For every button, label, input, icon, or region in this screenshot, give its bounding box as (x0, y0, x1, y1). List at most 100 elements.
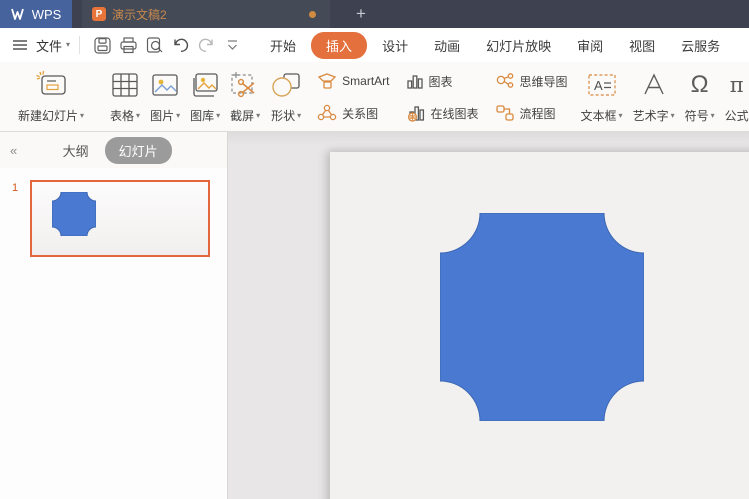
mindmap-button[interactable]: 思维导图 (495, 65, 568, 97)
unsaved-dot-icon (309, 11, 316, 18)
chevron-down-icon: ▾ (671, 112, 675, 120)
wordart-icon (641, 69, 667, 101)
file-menu[interactable]: 文件 ▾ (36, 36, 70, 55)
formula-label: 公式 (725, 107, 749, 124)
shapes-label: 形状 (271, 107, 295, 124)
chevron-down-icon: ▾ (619, 112, 623, 120)
panel-header: « 大纲 幻灯片 (0, 132, 227, 168)
plaque-shape-thumbnail (52, 192, 96, 236)
relationship-diagram-label: 关系图 (342, 105, 378, 122)
table-label: 表格 (110, 107, 134, 124)
hamburger-menu-icon[interactable] (12, 39, 30, 51)
mindmap-icon (495, 72, 515, 90)
tab-view[interactable]: 视图 (616, 32, 668, 59)
wps-menu-button[interactable]: WPS (0, 0, 72, 28)
redo-button[interactable] (193, 32, 219, 58)
shapes-button[interactable]: 形状▾ (265, 65, 307, 129)
mindmap-label: 思维导图 (520, 73, 568, 90)
smartart-button[interactable]: SmartArt (317, 65, 389, 97)
wps-logo-icon (11, 8, 27, 20)
customize-toolbar-button[interactable] (219, 32, 245, 58)
picture-label: 图片 (150, 107, 174, 124)
menubar: 文件 ▾ (0, 28, 749, 62)
screenshot-button[interactable]: 截屏▾ (225, 65, 265, 129)
presentation-file-icon: P (92, 7, 106, 21)
undo-button[interactable] (167, 32, 193, 58)
wps-label: WPS (32, 7, 62, 22)
print-preview-button[interactable] (141, 32, 167, 58)
tab-review[interactable]: 审阅 (564, 32, 616, 59)
chevron-down-icon: ▾ (176, 112, 180, 120)
textbox-button[interactable]: A 文本框▾ (576, 65, 628, 129)
collapse-panel-button[interactable]: « (10, 143, 17, 158)
file-menu-label: 文件 (36, 36, 62, 55)
ribbon-tab-strip: 开始 插入 设计 动画 幻灯片放映 审阅 视图 云服务 (257, 32, 733, 59)
smartart-icon (317, 72, 337, 90)
chevron-down-icon: ▾ (256, 112, 260, 120)
flowchart-button[interactable]: 流程图 (495, 97, 568, 129)
diagram-group: SmartArt 关系图 图表 (317, 65, 567, 129)
picture-icon (151, 69, 179, 101)
gallery-label: 图库 (190, 107, 214, 124)
document-title: 演示文稿2 (112, 6, 309, 23)
table-icon (111, 69, 139, 101)
online-chart-label: 在线图表 (431, 105, 479, 122)
table-button[interactable]: 表格▾ (105, 65, 145, 129)
main-area: « 大纲 幻灯片 1 (0, 132, 749, 499)
tab-insert[interactable]: 插入 (311, 32, 367, 59)
new-slide-icon (34, 69, 68, 101)
tab-slides[interactable]: 幻灯片 (105, 137, 172, 164)
plaque-shape[interactable] (440, 213, 644, 421)
slide-number: 1 (0, 180, 30, 257)
picture-button[interactable]: 图片▾ (145, 65, 185, 129)
panel-tabs: 大纲 幻灯片 (17, 137, 217, 164)
textbox-icon: A (587, 69, 617, 101)
new-slide-button[interactable]: 新建幻灯片▾ (4, 65, 89, 129)
new-slide-label: 新建幻灯片 (18, 107, 78, 124)
wps-presentation-window: WPS P 演示文稿2 + 文件 ▾ (0, 0, 749, 499)
tab-cloud[interactable]: 云服务 (668, 32, 733, 59)
chart-button[interactable]: 图表 (406, 65, 479, 97)
pi-formula-icon: π (730, 75, 744, 96)
omega-symbol-icon: Ω (691, 73, 709, 97)
screenshot-scissors-icon (230, 69, 260, 101)
tab-home[interactable]: 开始 (257, 32, 309, 59)
chevron-down-icon: ▾ (297, 112, 301, 120)
document-tab[interactable]: P 演示文稿2 (82, 0, 330, 28)
smartart-label: SmartArt (342, 74, 389, 88)
save-button[interactable] (89, 32, 115, 58)
insert-ribbon: 新建幻灯片▾ 表格▾ 图片▾ (0, 62, 749, 132)
textbox-label: 文本框 (581, 107, 617, 124)
new-tab-button[interactable]: + (344, 0, 378, 28)
svg-text:A: A (594, 78, 603, 93)
gallery-icon (191, 69, 219, 101)
tab-design[interactable]: 设计 (369, 32, 421, 59)
shapes-icon (270, 69, 302, 101)
slide-thumbnail-list: 1 (0, 168, 227, 257)
wordart-button[interactable]: 艺术字▾ (628, 65, 680, 129)
flowchart-label: 流程图 (520, 105, 556, 122)
chevron-down-icon: ▾ (711, 112, 715, 120)
tab-outline[interactable]: 大纲 (63, 141, 89, 160)
relationship-diagram-icon (317, 104, 337, 122)
tab-slideshow[interactable]: 幻灯片放映 (473, 32, 564, 59)
separator (79, 36, 80, 54)
chevron-down-icon: ▾ (80, 112, 84, 120)
chevron-down-icon: ▾ (136, 112, 140, 120)
titlebar: WPS P 演示文稿2 + (0, 0, 749, 28)
wordart-label: 艺术字 (633, 107, 669, 124)
slide-canvas[interactable] (228, 132, 749, 499)
online-chart-button[interactable]: 在线图表 (406, 97, 479, 129)
symbol-label: 符号 (685, 107, 709, 124)
symbol-button[interactable]: Ω 符号▾ (680, 65, 720, 129)
screenshot-label: 截屏 (230, 107, 254, 124)
tab-animation[interactable]: 动画 (421, 32, 473, 59)
relationship-diagram-button[interactable]: 关系图 (317, 97, 389, 129)
slides-panel: « 大纲 幻灯片 1 (0, 132, 228, 499)
print-button[interactable] (115, 32, 141, 58)
slide-thumbnail[interactable] (30, 180, 210, 257)
slide-editing-area[interactable] (330, 152, 749, 499)
chart-icon (406, 72, 424, 90)
formula-button[interactable]: π 公式 (720, 65, 749, 129)
gallery-button[interactable]: 图库▾ (185, 65, 225, 129)
